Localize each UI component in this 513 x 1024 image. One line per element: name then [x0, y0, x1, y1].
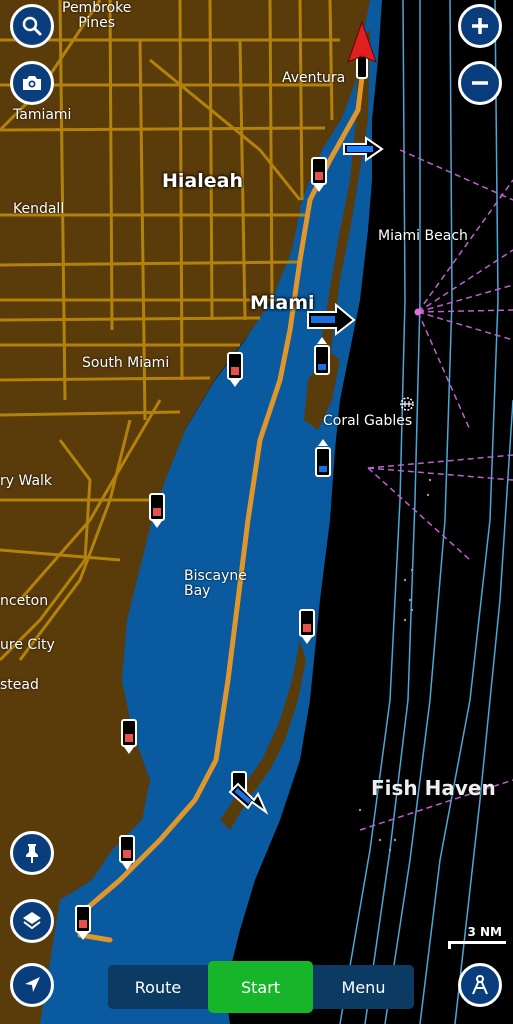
scale-label: 3 NM [467, 925, 502, 939]
measure-button[interactable] [458, 963, 502, 1007]
place-label-hialeah: Hialeah [162, 170, 243, 192]
place-label-tamiami: Tamiami [13, 107, 72, 123]
place-label-miami-beach: Miami Beach [378, 228, 468, 244]
place-label-pembroke-pines: Pembroke Pines [62, 0, 132, 31]
place-label-kendall: Kendall [13, 201, 65, 217]
start-button[interactable]: Start [208, 961, 313, 1013]
place-label-miami: Miami [250, 292, 315, 314]
navigation-arrow-icon [25, 977, 40, 992]
nautical-chart-map[interactable] [0, 0, 513, 1024]
minus-icon [472, 81, 488, 85]
pin-button[interactable] [10, 831, 54, 875]
compass-divider-icon [472, 975, 488, 995]
layers-icon [23, 912, 41, 930]
camera-icon [23, 76, 41, 90]
plus-icon [472, 18, 488, 34]
search-button[interactable] [10, 4, 54, 48]
place-label-princeton: nceton [0, 593, 49, 609]
scale-tick [448, 941, 451, 949]
search-icon [22, 16, 42, 36]
place-label-coral-gables: Coral Gables [323, 413, 413, 429]
locate-button[interactable] [10, 963, 54, 1007]
place-label-leisure-city: ure City [0, 637, 55, 653]
place-label-homestead: stead [0, 677, 39, 693]
scale-bar: 3 NM [448, 925, 508, 949]
pushpin-icon [26, 844, 38, 863]
layers-button[interactable] [10, 899, 54, 943]
place-label-fish-haven: Fish Haven [371, 776, 496, 800]
camera-button[interactable] [10, 61, 54, 105]
place-label-aventura: Aventura [282, 70, 346, 86]
light-beacon[interactable] [414, 308, 422, 316]
route-button[interactable]: Route [108, 965, 208, 1009]
bottom-action-bar: Route Start Menu [108, 961, 414, 1013]
scale-line [448, 941, 506, 944]
zoom-in-button[interactable] [458, 4, 502, 48]
place-label-country-walk: ry Walk [0, 473, 53, 489]
menu-button[interactable]: Menu [313, 965, 414, 1009]
place-label-biscayne-bay: Biscayne Bay [184, 568, 247, 599]
zoom-out-button[interactable] [458, 61, 502, 105]
place-label-south-miami: South Miami [82, 355, 170, 371]
